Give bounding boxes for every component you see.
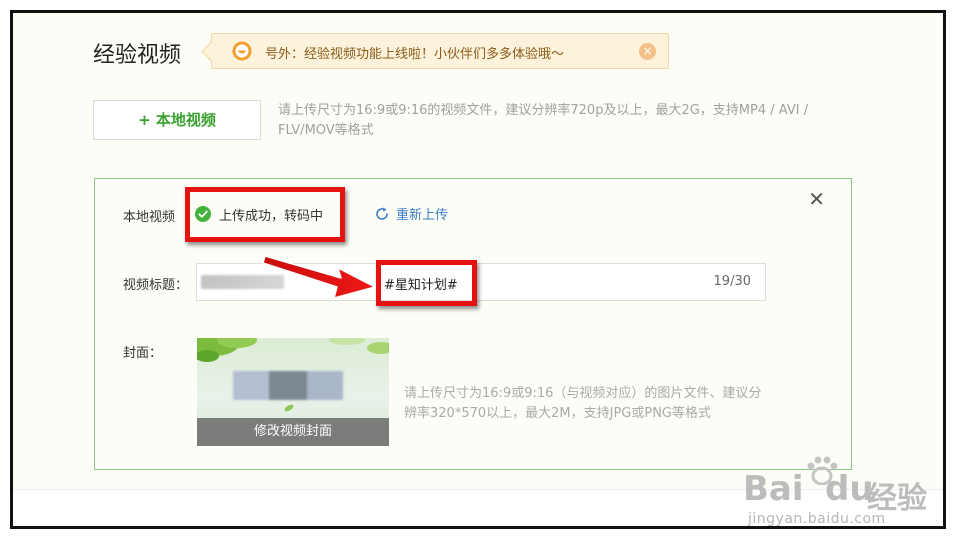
redacted-image-area bbox=[233, 371, 349, 400]
local-video-label: 本地视频 bbox=[123, 210, 176, 225]
announcement-text: 号外：经验视频功能上线啦！小伙伴们多多体验哦～ bbox=[265, 47, 565, 62]
close-icon[interactable]: × bbox=[639, 43, 656, 60]
char-count: 19/30 bbox=[713, 274, 751, 289]
refresh-icon bbox=[376, 206, 388, 220]
reupload-button[interactable]: 重新上传 bbox=[374, 204, 448, 223]
edit-cover-button[interactable]: 修改视频封面 bbox=[197, 418, 389, 446]
upload-hint: 请上传尺寸为16:9或9:16的视频文件，建议分辨率720p及以上，最大2G，支… bbox=[278, 103, 809, 138]
cover-thumbnail[interactable]: 修改视频封面 bbox=[197, 338, 389, 446]
watermark-brand-bai: Bai bbox=[743, 469, 804, 509]
local-video-button[interactable]: + 本地视频 bbox=[93, 100, 261, 140]
baidu-jingyan-watermark: Bai du 经验 jingyan.baidu.com bbox=[743, 455, 933, 527]
cover-label: 封面： bbox=[123, 346, 163, 361]
screenshot-frame: 经验视频 号外：经验视频功能上线啦！小伙伴们多多体验哦～ × + 本地视频 请上… bbox=[10, 10, 946, 529]
watermark-url: jingyan.baidu.com bbox=[748, 511, 886, 527]
highlight-box-status bbox=[185, 187, 345, 242]
page-title: 经验视频 bbox=[93, 43, 182, 68]
cover-hint: 请上传尺寸为16:9或9:16（与视频对应）的图片文件、建议分辨率320*570… bbox=[404, 386, 762, 421]
red-arrow-icon bbox=[263, 255, 376, 299]
smile-face-icon bbox=[232, 41, 252, 61]
reupload-label: 重新上传 bbox=[396, 208, 449, 223]
announcement-banner: 号外：经验视频功能上线啦！小伙伴们多多体验哦～ × bbox=[211, 33, 669, 69]
close-icon[interactable]: ✕ bbox=[808, 187, 825, 211]
title-label: 视频标题： bbox=[123, 278, 189, 293]
